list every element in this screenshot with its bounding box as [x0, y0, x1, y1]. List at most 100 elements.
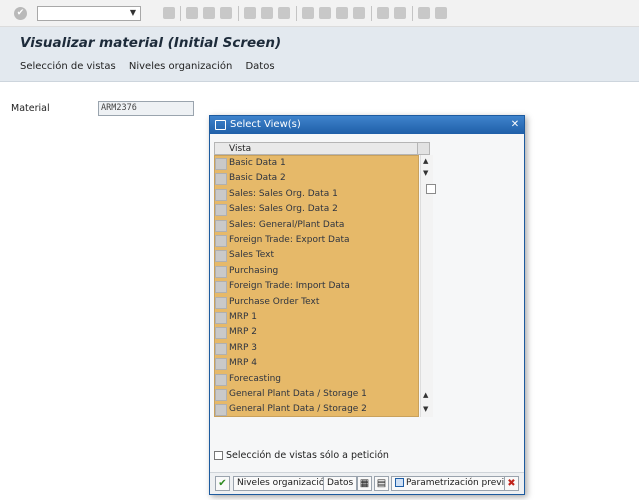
find-next-icon[interactable]: [278, 7, 290, 19]
row-selector[interactable]: [215, 312, 227, 324]
close-icon[interactable]: ✕: [509, 119, 521, 131]
row-selector[interactable]: [215, 219, 227, 232]
deselect-all-icon[interactable]: ▤: [374, 476, 389, 491]
material-input[interactable]: ARM2376: [98, 101, 194, 116]
view-name: General Plant Data / Storage 2: [229, 404, 367, 415]
view-name: Basic Data 1: [229, 158, 286, 168]
table-row[interactable]: MRP 3: [215, 341, 418, 356]
table-row[interactable]: MRP 2: [215, 325, 418, 340]
print-icon[interactable]: [244, 7, 256, 19]
page-title: Visualizar material (Initial Screen): [20, 35, 282, 51]
next-page-icon[interactable]: [336, 7, 348, 19]
default-values-label: Parametrización previa: [406, 478, 510, 488]
table-row[interactable]: Foreign Trade: Export Data: [215, 233, 418, 248]
select-all-checkbox[interactable]: [426, 184, 436, 194]
enter-check-icon[interactable]: ✔: [14, 7, 27, 20]
column-settings-icon[interactable]: [417, 142, 430, 155]
select-all-icon[interactable]: ▦: [357, 476, 372, 491]
find-icon[interactable]: [261, 7, 273, 19]
view-name: Sales: Sales Org. Data 2: [229, 204, 338, 215]
table-row[interactable]: MRP 4: [215, 356, 418, 371]
scroll-up-icon[interactable]: ▲: [423, 391, 428, 399]
save-icon[interactable]: [163, 7, 175, 19]
view-name: Foreign Trade: Export Data: [229, 235, 350, 245]
on-demand-option[interactable]: Selección de vistas sólo a petición: [214, 450, 389, 461]
red-cancel-icon[interactable]: ✖: [504, 476, 519, 491]
back-icon[interactable]: [186, 7, 198, 19]
table-row[interactable]: Sales: Sales Org. Data 1: [215, 187, 418, 202]
table-row[interactable]: Sales: Sales Org. Data 2: [215, 202, 418, 217]
view-name: Basic Data 2: [229, 173, 286, 184]
row-selector[interactable]: [215, 188, 227, 201]
dialog-title: Select View(s): [230, 119, 301, 130]
default-values-button[interactable]: Parametrización previa: [391, 476, 514, 491]
scroll-up-icon[interactable]: ▲: [423, 157, 428, 165]
row-selector[interactable]: [215, 373, 227, 386]
dialog-button-bar: ✔ Niveles organización Datos ▦ ▤ Paramet…: [210, 472, 524, 494]
view-name: Sales: General/Plant Data: [229, 219, 345, 230]
row-selector[interactable]: [215, 327, 227, 340]
row-selector[interactable]: [215, 158, 227, 170]
row-selector[interactable]: [215, 404, 227, 417]
column-header-vista: Vista: [229, 144, 252, 154]
org-levels-button[interactable]: Niveles organización: [233, 476, 335, 491]
vertical-scrollbar[interactable]: ▲ ▼ ▲ ▼: [420, 155, 433, 417]
previous-page-icon[interactable]: [319, 7, 331, 19]
title-area: Visualizar material (Initial Screen) Sel…: [0, 27, 639, 82]
help-icon[interactable]: [418, 7, 430, 19]
table-row[interactable]: Basic Data 1: [215, 156, 418, 171]
on-demand-checkbox[interactable]: [214, 451, 223, 460]
chevron-down-icon[interactable]: ▼: [130, 8, 136, 17]
row-selector[interactable]: [215, 173, 227, 186]
on-demand-label: Selección de vistas sólo a petición: [226, 450, 389, 461]
menu-data[interactable]: Datos: [245, 61, 274, 72]
menu-org-levels[interactable]: Niveles organización: [129, 61, 232, 72]
table-row[interactable]: Purchasing: [215, 264, 418, 279]
command-field[interactable]: ▼: [37, 6, 141, 21]
table-row[interactable]: Sales Text: [215, 248, 418, 263]
exit-icon[interactable]: [203, 7, 215, 19]
system-toolbar: ✔ ▼: [0, 0, 639, 27]
table-row[interactable]: MRP 1: [215, 310, 418, 325]
select-views-dialog: Select View(s) ✕ Vista Basic Data 1 Basi…: [209, 115, 525, 495]
layout-menu-icon[interactable]: [435, 7, 447, 19]
view-name: Forecasting: [229, 373, 282, 384]
last-page-icon[interactable]: [353, 7, 365, 19]
shortcut-icon[interactable]: [394, 7, 406, 19]
table-row[interactable]: Sales: General/Plant Data: [215, 218, 418, 233]
row-selector[interactable]: [215, 281, 227, 294]
cancel-icon[interactable]: [220, 7, 232, 19]
row-selector[interactable]: [215, 358, 227, 371]
row-selector[interactable]: [215, 204, 227, 217]
view-name: MRP 1: [229, 312, 258, 322]
table-row[interactable]: Foreign Trade: Import Data: [215, 279, 418, 294]
table-row[interactable]: General Plant Data / Storage 1: [215, 387, 418, 402]
scroll-down-icon[interactable]: ▼: [423, 405, 428, 413]
table-row[interactable]: Basic Data 2: [215, 171, 418, 186]
row-selector[interactable]: [215, 342, 227, 355]
row-selector[interactable]: [215, 250, 227, 263]
row-selector[interactable]: [215, 265, 227, 278]
new-session-icon[interactable]: [377, 7, 389, 19]
view-name: Purchasing: [229, 265, 279, 276]
row-selector[interactable]: [215, 235, 227, 247]
toolbar-separator: [296, 6, 297, 21]
views-table: Vista Basic Data 1 Basic Data 2 Sales: S…: [214, 142, 436, 418]
first-page-icon[interactable]: [302, 7, 314, 19]
green-check-icon[interactable]: ✔: [215, 476, 230, 491]
scroll-down-icon[interactable]: ▼: [423, 169, 428, 177]
material-label: Material: [11, 103, 50, 114]
row-selector[interactable]: [215, 296, 227, 309]
view-name: Foreign Trade: Import Data: [229, 281, 350, 292]
view-name: Sales Text: [229, 250, 275, 261]
table-row[interactable]: General Plant Data / Storage 2: [215, 402, 418, 417]
table-row[interactable]: Purchase Order Text: [215, 295, 418, 310]
view-name: Purchase Order Text: [229, 296, 320, 307]
dialog-titlebar: Select View(s) ✕: [210, 116, 524, 134]
row-selector[interactable]: [215, 389, 227, 401]
table-row[interactable]: Forecasting: [215, 372, 418, 387]
view-name: MRP 3: [229, 342, 258, 353]
view-name: General Plant Data / Storage 1: [229, 389, 367, 399]
menu-select-views[interactable]: Selección de vistas: [20, 61, 116, 72]
data-button[interactable]: Datos: [323, 476, 358, 491]
